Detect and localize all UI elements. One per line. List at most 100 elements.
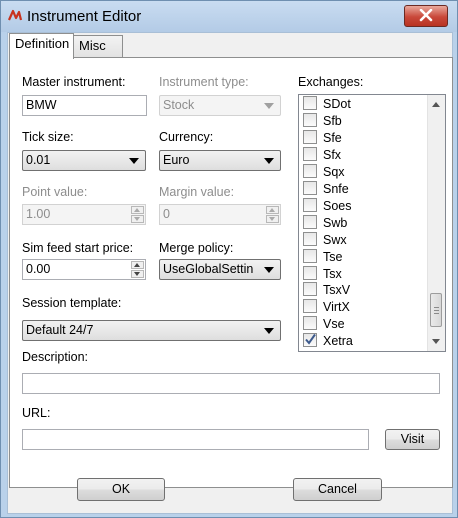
- checkbox-icon[interactable]: [303, 248, 317, 263]
- exchange-item-label: Xetra: [323, 334, 353, 349]
- sim-feed-start-price-stepper[interactable]: 0.00: [22, 259, 146, 280]
- url-label: URL:: [22, 406, 51, 420]
- checkbox-checked-icon[interactable]: [303, 333, 317, 348]
- exchange-item-label: Tse: [323, 249, 343, 264]
- exchanges-listbox[interactable]: SDot Sfb Sfe Sfx Sqx Snfe Soes Swb Swx Tse Tsx TsxV…: [298, 94, 446, 352]
- tab-misc[interactable]: Misc: [73, 35, 123, 57]
- spin-down-icon[interactable]: [131, 270, 144, 278]
- merge-policy-label: Merge policy:: [159, 241, 234, 255]
- exchanges-label: Exchanges:: [298, 75, 364, 89]
- exchange-item[interactable]: Xetra: [303, 333, 353, 350]
- scroll-down-icon[interactable]: [432, 339, 440, 344]
- tick-size-label: Tick size:: [22, 130, 74, 144]
- exchange-item-label: Sfe: [323, 130, 342, 145]
- tick-size-select[interactable]: 0.01: [22, 150, 146, 171]
- merge-policy-select[interactable]: UseGlobalSettin: [159, 259, 281, 280]
- close-icon: [419, 9, 433, 22]
- checkbox-icon[interactable]: [303, 96, 317, 110]
- dialog-client-area: Definition Misc Master instrument: BMW I…: [7, 32, 453, 514]
- exchanges-scrollbar[interactable]: [427, 95, 445, 351]
- checkbox-icon[interactable]: [303, 299, 317, 314]
- chevron-down-icon: [264, 103, 274, 109]
- checkbox-icon[interactable]: [303, 146, 317, 161]
- exchange-item[interactable]: Tse: [303, 248, 343, 266]
- exchange-item-label: SDot: [323, 97, 351, 111]
- tab-definition[interactable]: Definition: [9, 33, 74, 59]
- checkbox-icon[interactable]: [303, 112, 317, 127]
- sim-feed-start-price-value: 0.00: [26, 262, 51, 276]
- exchange-item-label: Sfx: [323, 147, 342, 162]
- master-instrument-input[interactable]: BMW: [22, 95, 147, 116]
- cancel-button[interactable]: Cancel: [293, 478, 382, 501]
- spin-down-icon[interactable]: [131, 215, 144, 223]
- exchange-item[interactable]: Sfx: [303, 146, 342, 164]
- checkbox-icon[interactable]: [303, 197, 317, 212]
- exchange-item[interactable]: Soes: [303, 197, 352, 215]
- exchange-item[interactable]: Sfb: [303, 112, 342, 130]
- exchange-item[interactable]: Swx: [303, 231, 347, 249]
- scrollbar-thumb[interactable]: [430, 293, 442, 327]
- spin-up-icon[interactable]: [266, 206, 279, 214]
- exchange-item-label: VirtX: [323, 300, 350, 315]
- exchange-item-label: TsxV: [323, 283, 351, 298]
- description-label: Description:: [22, 350, 88, 364]
- checkbox-icon[interactable]: [303, 265, 317, 280]
- exchange-item[interactable]: SDot: [303, 96, 351, 113]
- exchange-item-label: Swx: [323, 232, 347, 247]
- exchange-item[interactable]: Tsx: [303, 265, 342, 283]
- checkbox-icon[interactable]: [303, 214, 317, 229]
- exchange-item-label: Sfb: [323, 113, 342, 128]
- description-input[interactable]: [22, 373, 440, 394]
- spin-up-icon[interactable]: [131, 206, 144, 214]
- margin-value-value: 0: [163, 207, 170, 221]
- chevron-down-icon: [129, 158, 139, 164]
- checkbox-icon[interactable]: [303, 231, 317, 246]
- window-title: Instrument Editor: [27, 8, 142, 25]
- point-value-label: Point value:: [22, 185, 88, 199]
- ok-button[interactable]: OK: [77, 478, 165, 501]
- app-logo-icon: [7, 9, 23, 21]
- exchange-item-label: Soes: [323, 198, 352, 213]
- exchange-item-label: Vse: [323, 317, 345, 332]
- checkbox-icon[interactable]: [303, 163, 317, 178]
- checkbox-icon[interactable]: [303, 316, 317, 331]
- exchange-item[interactable]: Sqx: [303, 163, 345, 181]
- exchange-item[interactable]: Snfe: [303, 180, 349, 198]
- master-instrument-label: Master instrument:: [22, 75, 126, 89]
- checkbox-icon[interactable]: [303, 282, 317, 297]
- exchange-item[interactable]: Vse: [303, 316, 345, 333]
- exchange-item[interactable]: Sfe: [303, 129, 342, 147]
- currency-select[interactable]: Euro: [159, 150, 281, 171]
- close-button[interactable]: [404, 5, 448, 27]
- exchange-item[interactable]: TsxV: [303, 282, 350, 299]
- chevron-down-icon: [264, 328, 274, 334]
- scroll-up-icon[interactable]: [432, 102, 440, 107]
- session-template-value: Default 24/7: [26, 323, 94, 337]
- title-bar[interactable]: Instrument Editor: [1, 1, 457, 32]
- spin-up-icon[interactable]: [131, 261, 144, 269]
- margin-value-stepper[interactable]: 0: [159, 204, 281, 225]
- exchange-item[interactable]: Swb: [303, 214, 347, 232]
- instrument-type-label: Instrument type:: [159, 75, 249, 89]
- checkbox-icon[interactable]: [303, 180, 317, 195]
- exchange-item-label: Snfe: [323, 181, 349, 196]
- chevron-down-icon: [264, 267, 274, 273]
- exchange-item[interactable]: VirtX: [303, 299, 350, 316]
- currency-value: Euro: [163, 153, 190, 167]
- tick-size-value: 0.01: [26, 153, 51, 167]
- checkbox-icon[interactable]: [303, 129, 317, 144]
- spin-down-icon[interactable]: [266, 215, 279, 223]
- point-value-stepper[interactable]: 1.00: [22, 204, 146, 225]
- url-input[interactable]: [22, 429, 369, 450]
- visit-button[interactable]: Visit: [385, 429, 440, 450]
- instrument-type-value: Stock: [163, 98, 195, 112]
- session-template-select[interactable]: Default 24/7: [22, 320, 281, 341]
- instrument-type-select[interactable]: Stock: [159, 95, 281, 116]
- instrument-editor-window: Instrument Editor Definition Misc Master…: [0, 0, 458, 518]
- session-template-label: Session template:: [22, 296, 122, 310]
- exchange-item-label: Sqx: [323, 164, 345, 179]
- exchange-item-label: Tsx: [323, 266, 342, 281]
- merge-policy-value: UseGlobalSettin: [163, 262, 254, 276]
- chevron-down-icon: [264, 158, 274, 164]
- definition-panel: Master instrument: BMW Instrument type: …: [9, 57, 453, 488]
